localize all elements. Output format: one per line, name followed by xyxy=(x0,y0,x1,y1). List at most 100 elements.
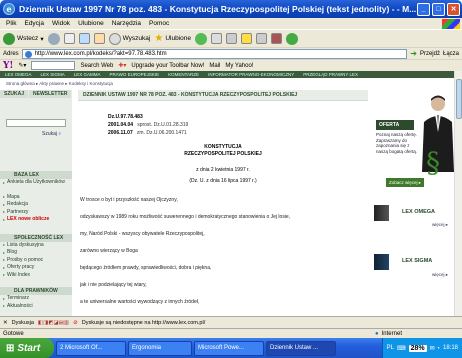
print-button[interactable] xyxy=(225,33,237,44)
more-link[interactable]: więcej ▸ xyxy=(432,222,448,228)
task-button[interactable]: Dziennik Ustaw ... xyxy=(266,340,336,356)
menu-help[interactable]: Pomoc xyxy=(149,20,169,27)
more-link[interactable]: więcej ▸ xyxy=(432,272,448,278)
tab-szukaj[interactable]: SZUKAJ xyxy=(0,90,29,98)
lex-omega-link[interactable]: LEX OMEGA xyxy=(402,209,435,215)
yahoo-search-input[interactable] xyxy=(31,61,76,70)
discussion-label[interactable]: Dyskusja xyxy=(12,320,34,326)
sidebar-item[interactable]: Lista dyskusyjna xyxy=(0,242,72,250)
my-yahoo-link[interactable]: My Yahoo! xyxy=(225,63,253,69)
research-button[interactable] xyxy=(285,32,298,45)
web-page: LEX OMEGA LEX SIGMA LEX GAMMA PRAWO EURO… xyxy=(0,71,454,316)
go-button[interactable]: Przejdź xyxy=(420,51,440,57)
task-button[interactable]: Ergonomia xyxy=(128,340,192,356)
tray-icons[interactable]: ⌨ xyxy=(397,345,406,352)
sidebar-item[interactable]: Mapa xyxy=(0,194,72,202)
search-icon: ⌕ xyxy=(58,131,62,137)
breadcrumb[interactable]: Strona główna ▸ Akty prawne ▸ Kodeksy i … xyxy=(6,81,113,87)
yahoo-logo-icon[interactable]: Y! xyxy=(3,61,13,71)
maximize-button[interactable]: □ xyxy=(432,2,445,16)
site-search-button[interactable]: Szukaj ⌕ xyxy=(42,131,61,137)
battery-level[interactable]: 28% xyxy=(408,344,427,352)
menu-view[interactable]: Widok xyxy=(52,20,70,27)
yahoo-mail-link[interactable]: Mail xyxy=(209,63,220,69)
minimize-button[interactable]: _ xyxy=(417,2,430,16)
meta-row: 2006.11.07 zm. Dz.U.06.200.1471 xyxy=(108,130,187,136)
windows-flag-icon xyxy=(442,18,460,29)
topnav-item[interactable]: LEX GAMMA xyxy=(74,72,101,77)
stop-button[interactable] xyxy=(63,33,75,44)
topnav-item[interactable]: PRZEGLĄD PRAWNY LEX xyxy=(303,72,358,77)
topnav-item[interactable]: KOMENTARZE xyxy=(168,72,199,77)
back-button[interactable]: Wstecz ▾ xyxy=(3,32,44,45)
sidebar-item[interactable]: Prośby o pomoc xyxy=(0,257,72,265)
topnav-item[interactable]: LEX SIGMA xyxy=(41,72,65,77)
task-button[interactable]: 2 Microsoft Of... xyxy=(56,340,126,356)
mail-button[interactable] xyxy=(210,33,222,44)
menu-tools[interactable]: Narzędzia xyxy=(112,20,141,27)
go-arrow-icon: ➔ xyxy=(410,49,417,58)
topnav-item[interactable]: INFORMATOR PRAWNO-EKONOMICZNY xyxy=(208,72,294,77)
taskbar: ⊞ Start 2 Microsoft Of... Ergonomia Micro… xyxy=(0,338,462,358)
sidebar-item[interactable]: Wiki Index xyxy=(0,272,72,280)
refresh-button[interactable] xyxy=(78,33,90,44)
system-tray: PL ⌨ 28% ✉ ◔ 18:18 xyxy=(381,338,462,358)
sidebar-item[interactable]: Partnerzy xyxy=(0,209,72,217)
oferta-more-button[interactable]: Zobacz więcej ▸ xyxy=(386,178,424,187)
favorites-button[interactable]: ★ Ulubione xyxy=(154,33,191,44)
close-icon[interactable]: ✕ xyxy=(3,320,8,326)
sidebar-item[interactable]: Blog xyxy=(0,249,72,257)
tab-newsletter[interactable]: NEWSLETTER xyxy=(29,90,72,98)
address-bar: Adres http://www.lex.com.pl/kodeks/?akt=… xyxy=(0,47,462,59)
toolbar: Wstecz ▾ Wyszukaj ★ Ulubione xyxy=(0,29,462,47)
sidebar-item[interactable]: Terminarz xyxy=(0,295,72,303)
menu-favorites[interactable]: Ulubione xyxy=(78,20,104,27)
tray-icons[interactable]: ✉ ◔ xyxy=(430,345,440,352)
back-arrow-icon xyxy=(3,32,15,45)
home-button[interactable] xyxy=(93,33,105,44)
start-button[interactable]: ⊞ Start xyxy=(0,338,54,358)
search-icon xyxy=(108,32,121,45)
discussion-tools-icon[interactable]: ◧◨◩◪▤▥ xyxy=(38,320,69,326)
task-button[interactable]: Microsoft Powe... xyxy=(194,340,264,356)
doc-paragraph: jak i nie podzielający tej wiary, xyxy=(80,282,147,288)
scrollbar-thumb[interactable] xyxy=(456,79,462,119)
sidebar-item[interactable]: Redakcja xyxy=(0,201,72,209)
folder-button[interactable] xyxy=(240,33,252,44)
bookmark-icon[interactable]: ✚▾ xyxy=(118,62,126,69)
sidebar-item[interactable]: LEX nowe oblicze xyxy=(0,216,72,224)
site-search-input[interactable] xyxy=(6,119,66,127)
history-button[interactable] xyxy=(194,32,207,45)
links-button[interactable]: Łącza xyxy=(443,51,459,57)
close-button[interactable]: ✕ xyxy=(447,2,460,16)
pen-icon[interactable]: ✎▾ xyxy=(18,62,26,69)
yahoo-search-button[interactable]: Search Web xyxy=(80,63,113,69)
lex-sigma-book-icon[interactable] xyxy=(374,254,389,270)
lex-sigma-link[interactable]: LEX SIGMA xyxy=(402,258,432,264)
doc-paragraph: odzyskawszy w 1989 roku możliwość suwere… xyxy=(80,214,291,220)
messenger-button[interactable] xyxy=(270,33,282,44)
forward-button[interactable] xyxy=(47,32,60,45)
doc-title: DZIENNIK USTAW 1997 NR 78 POZ. 483 - KON… xyxy=(78,90,368,101)
language-indicator[interactable]: PL xyxy=(387,345,394,351)
sidebar-item[interactable]: Oferty pracy xyxy=(0,264,72,272)
search-button[interactable]: Wyszukaj xyxy=(108,32,150,45)
menu-edit[interactable]: Edycja xyxy=(24,20,44,27)
zone-indicator: ● Internet xyxy=(375,330,402,337)
meta-row: Dz.U.97.78.483 xyxy=(108,114,143,120)
sidebar-heading-dla-prawnikow: DLA PRAWNIKÓW xyxy=(0,287,72,295)
topnav-item[interactable]: LEX OMEGA xyxy=(5,72,32,77)
discuss-button[interactable] xyxy=(255,33,267,44)
sidebar-item[interactable]: Aktualności xyxy=(0,303,72,311)
meta-row: 2001.04.04 sprost. Dz.U.01.28.319 xyxy=(108,122,189,128)
windows-logo-icon: ⊞ xyxy=(6,342,15,354)
doc-paragraph: będącego źródłem prawdy, sprawiedliwości… xyxy=(80,265,212,271)
vertical-scrollbar[interactable] xyxy=(454,71,462,316)
sidebar-item[interactable]: Ankieta dla Użytkowników xyxy=(0,179,72,187)
upgrade-toolbar-link[interactable]: Upgrade your Toolbar Now! xyxy=(131,63,204,69)
lex-omega-book-icon[interactable] xyxy=(374,205,389,221)
address-input[interactable]: http://www.lex.com.pl/kodeks/?akt=97.78.… xyxy=(21,48,408,59)
discussion-bar: ✕ Dyskusja ◧◨◩◪▤▥ ⊘ Dyskusje są niedostę… xyxy=(0,316,462,328)
topnav-item[interactable]: PRAWO EUROPEJSKIE xyxy=(110,72,160,77)
menu-file[interactable]: Plik xyxy=(6,20,16,27)
